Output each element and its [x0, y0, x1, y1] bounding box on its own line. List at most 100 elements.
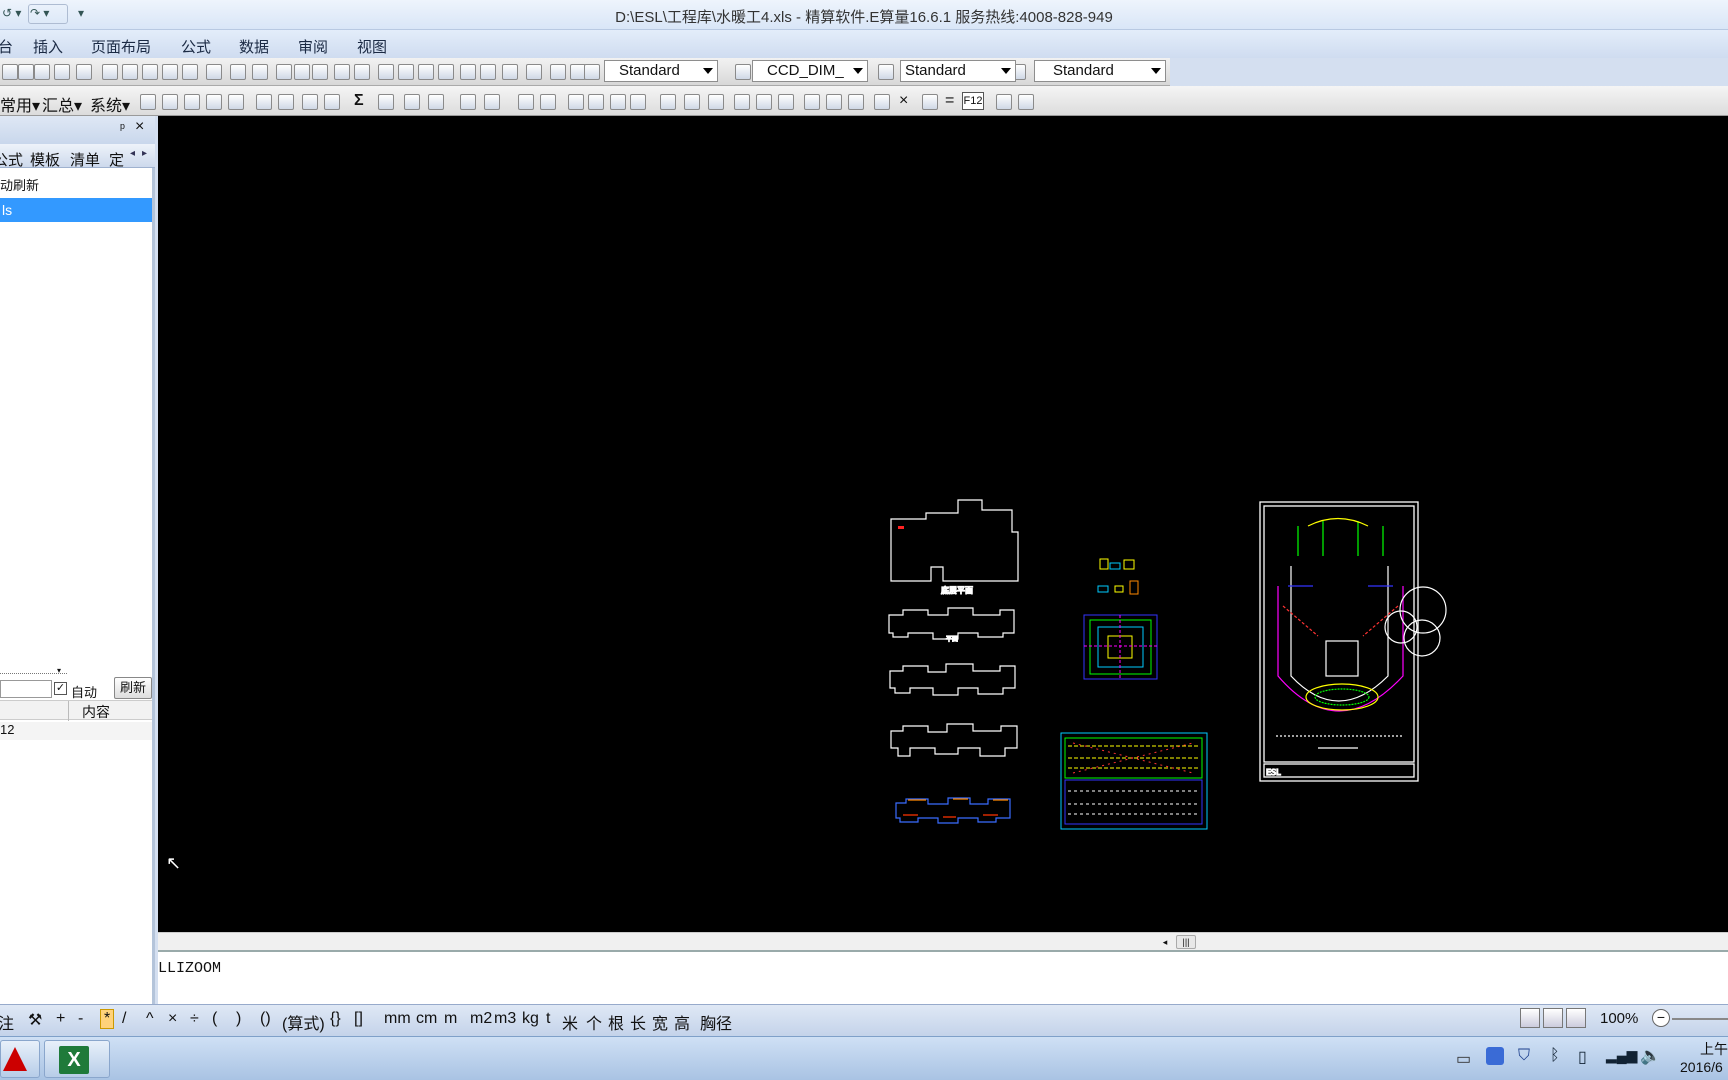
page-layout-view-icon[interactable]: [1543, 1008, 1563, 1028]
menu-system[interactable]: 系统▾: [90, 92, 130, 116]
delete-button[interactable]: ×: [899, 92, 908, 110]
insert-row-icon[interactable]: [708, 94, 724, 110]
copy-clip-icon[interactable]: [182, 64, 198, 80]
scroll-left-icon[interactable]: ◂: [1158, 935, 1172, 949]
match-icon[interactable]: [162, 64, 178, 80]
open-folder-icon[interactable]: [162, 94, 178, 110]
zoom-icon[interactable]: [294, 64, 310, 80]
mleader-icon[interactable]: [584, 64, 600, 80]
forward-icon[interactable]: [540, 94, 556, 110]
close-panel-icon[interactable]: ×: [135, 118, 144, 136]
command-line[interactable]: LLIZOOM: [158, 950, 1728, 1004]
page-break-view-icon[interactable]: [1566, 1008, 1586, 1028]
tab-scroll-left-icon[interactable]: ◂: [130, 148, 135, 159]
table-insert-icon[interactable]: [404, 94, 420, 110]
cut-icon[interactable]: [102, 64, 118, 80]
symbol-button[interactable]: (: [212, 1010, 217, 1028]
tray-device-icon[interactable]: ▯: [1578, 1047, 1587, 1067]
tab-bill[interactable]: 清单: [70, 149, 100, 170]
menu-summary[interactable]: 汇总▾: [42, 92, 82, 116]
tab-template[interactable]: 模板: [30, 149, 60, 170]
undo-icon[interactable]: [206, 64, 222, 80]
save-icon[interactable]: [184, 94, 200, 110]
menu-review[interactable]: 审阅: [298, 36, 328, 57]
dim-style-combo[interactable]: CCD_DIM_: [752, 60, 868, 82]
dim-style-icon[interactable]: [550, 64, 566, 80]
symbol-button[interactable]: /: [122, 1010, 126, 1028]
tray-bluetooth-icon[interactable]: ᛒ: [1550, 1047, 1560, 1065]
equals-button[interactable]: =: [945, 92, 954, 110]
pin-icon[interactable]: ᵖ: [120, 120, 125, 135]
symbol-button[interactable]: ): [236, 1010, 241, 1028]
symbol-button[interactable]: m: [444, 1010, 457, 1028]
tab-quota[interactable]: 定: [109, 149, 124, 170]
symbol-button[interactable]: kg: [522, 1010, 539, 1028]
symbol-button[interactable]: 根: [608, 1010, 624, 1034]
help-icon[interactable]: [480, 64, 496, 80]
formula-icon[interactable]: [378, 94, 394, 110]
copy-icon[interactable]: [122, 64, 138, 80]
design-center-icon[interactable]: [378, 64, 394, 80]
tab-scroll-right-icon[interactable]: ▸: [142, 148, 147, 159]
grid-icon[interactable]: [778, 94, 794, 110]
filter-input[interactable]: [0, 680, 52, 698]
open-icon[interactable]: [18, 64, 34, 80]
undo-arrow-icon[interactable]: [230, 64, 246, 80]
zoom-previous-icon[interactable]: [334, 64, 350, 80]
pan-icon[interactable]: [276, 64, 292, 80]
symbol-button[interactable]: ×: [168, 1010, 177, 1028]
menu-insert[interactable]: 插入: [33, 36, 63, 57]
text-icon[interactable]: [484, 94, 500, 110]
symbol-button[interactable]: ÷: [190, 1010, 199, 1028]
tray-volume-icon[interactable]: 🔈: [1640, 1046, 1661, 1066]
copy-row-icon[interactable]: [660, 94, 676, 110]
zoom-slider[interactable]: [1672, 1018, 1728, 1020]
black-box-icon[interactable]: [804, 94, 820, 110]
sort-icon[interactable]: [756, 94, 772, 110]
menu-view[interactable]: 视图: [357, 36, 387, 57]
sheet-set-icon[interactable]: [418, 64, 434, 80]
tray-security-shield-icon[interactable]: ⛉: [1518, 1047, 1530, 1065]
highlight-icon[interactable]: [302, 94, 318, 110]
help-circle-icon[interactable]: [996, 94, 1012, 110]
arrow-right-icon[interactable]: [588, 94, 604, 110]
symbol-button[interactable]: 个: [586, 1010, 602, 1034]
tab-formula[interactable]: 公式: [0, 149, 23, 170]
text-style-manager-icon[interactable]: [735, 64, 751, 80]
symbol-button[interactable]: 宽: [652, 1010, 668, 1034]
symbol-button[interactable]: mm: [384, 1010, 411, 1028]
print-icon[interactable]: [228, 94, 244, 110]
zoom-window-icon[interactable]: [312, 64, 328, 80]
menu-data[interactable]: 数据: [239, 36, 269, 57]
symbol-button[interactable]: 米: [562, 1010, 578, 1034]
symbol-button[interactable]: (): [260, 1010, 271, 1028]
swap-icon[interactable]: [874, 94, 890, 110]
symbol-button[interactable]: m3: [494, 1010, 516, 1028]
check-icon[interactable]: [428, 94, 444, 110]
arrow-down-icon[interactable]: [630, 94, 646, 110]
chevron-down-icon[interactable]: ▾: [57, 666, 61, 675]
taskbar-autocad-button[interactable]: [0, 1040, 40, 1078]
tray-network-icon[interactable]: ▂▄▆: [1606, 1047, 1637, 1064]
menu-page-layout[interactable]: 页面布局: [91, 36, 151, 57]
text-style-combo[interactable]: Standard: [604, 60, 718, 82]
arrow-left-icon[interactable]: [568, 94, 584, 110]
pencil-icon[interactable]: [278, 94, 294, 110]
symbol-button[interactable]: m2: [470, 1010, 492, 1028]
list-icon[interactable]: [826, 94, 842, 110]
bullet-icon[interactable]: [848, 94, 864, 110]
auto-checkbox[interactable]: ✓: [54, 682, 67, 695]
new-icon[interactable]: [2, 64, 18, 80]
symbol-button[interactable]: 高: [674, 1010, 690, 1034]
menu-start-partial[interactable]: 台: [0, 36, 13, 57]
symbol-button[interactable]: 长: [630, 1010, 646, 1034]
refresh-button[interactable]: 刷新: [114, 677, 152, 699]
back-icon[interactable]: [518, 94, 534, 110]
arrow-up-icon[interactable]: [610, 94, 626, 110]
tool-palette-icon[interactable]: [398, 64, 414, 80]
delete-row-icon[interactable]: [734, 94, 750, 110]
normal-view-icon[interactable]: [1520, 1008, 1540, 1028]
canvas-horizontal-scrollbar[interactable]: ◂ |||: [158, 932, 1728, 950]
symbol-button[interactable]: +: [56, 1010, 65, 1028]
cad-drawing-canvas[interactable]: 底层平面 平面 ESL ↖: [158, 116, 1728, 932]
